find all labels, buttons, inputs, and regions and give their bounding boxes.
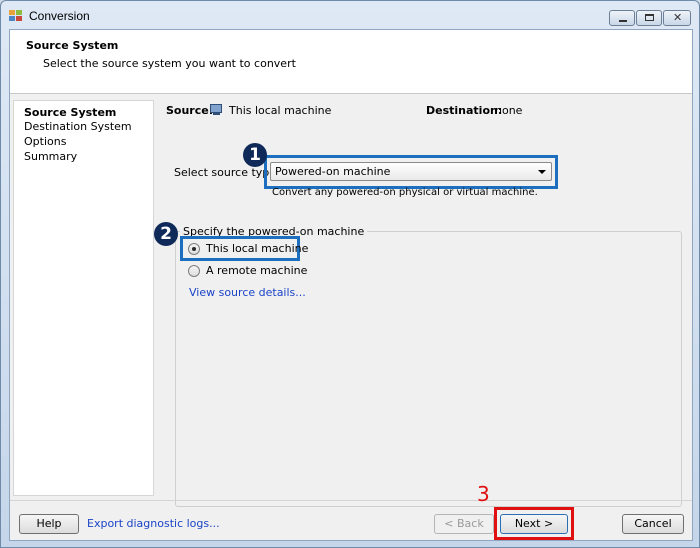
app-icon — [9, 10, 23, 22]
source-value: This local machine — [229, 104, 332, 117]
conversion-window: Conversion ✕ Source System Select the so… — [0, 0, 700, 548]
footer-divider — [10, 500, 692, 501]
callout-badge-2: 2 — [154, 222, 178, 246]
close-button[interactable]: ✕ — [663, 10, 691, 26]
step-source-system[interactable]: Source System — [24, 106, 116, 119]
back-button[interactable]: < Back — [434, 514, 494, 534]
maximize-button[interactable] — [636, 10, 662, 26]
destination-label: Destination: — [426, 104, 503, 117]
step-summary[interactable]: Summary — [24, 150, 77, 163]
minimize-button[interactable] — [609, 10, 635, 26]
source-label: Source: — [166, 104, 214, 117]
page-title: Source System — [26, 39, 119, 52]
wizard-content: Source: This local machine Destination: … — [154, 98, 692, 507]
title-bar[interactable]: Conversion ✕ — [1, 1, 699, 29]
highlight-next-button — [494, 507, 574, 540]
destination-value: none — [495, 104, 523, 117]
highlight-source-type — [264, 155, 558, 189]
remote-machine-label[interactable]: A remote machine — [206, 264, 307, 277]
maximize-icon — [645, 14, 654, 21]
help-button[interactable]: Help — [19, 514, 79, 534]
computer-monitor-icon — [210, 104, 224, 116]
minimize-icon — [619, 20, 627, 22]
source-type-description: Convert any powered-on physical or virtu… — [272, 187, 538, 198]
radio-local-machine[interactable] — [188, 243, 200, 255]
page-subtitle: Select the source system you want to con… — [43, 57, 296, 70]
callout-badge-1: 1 — [243, 143, 267, 167]
wizard-steps: Source System Destination System Options… — [13, 100, 154, 496]
callout-step-3: 3 — [477, 482, 490, 506]
window-title: Conversion — [29, 9, 90, 23]
dialog-client: Source System Select the source system y… — [9, 29, 693, 541]
step-options[interactable]: Options — [24, 135, 66, 148]
cancel-button[interactable]: Cancel — [622, 514, 684, 534]
wizard-header: Source System Select the source system y… — [10, 30, 692, 94]
close-icon: ✕ — [673, 11, 683, 24]
radio-remote-machine[interactable] — [188, 265, 200, 277]
export-diagnostic-logs-link[interactable]: Export diagnostic logs... — [87, 517, 220, 530]
step-destination-system[interactable]: Destination System — [24, 120, 132, 133]
view-source-details-link[interactable]: View source details... — [189, 286, 306, 299]
local-machine-label[interactable]: This local machine — [206, 242, 308, 255]
